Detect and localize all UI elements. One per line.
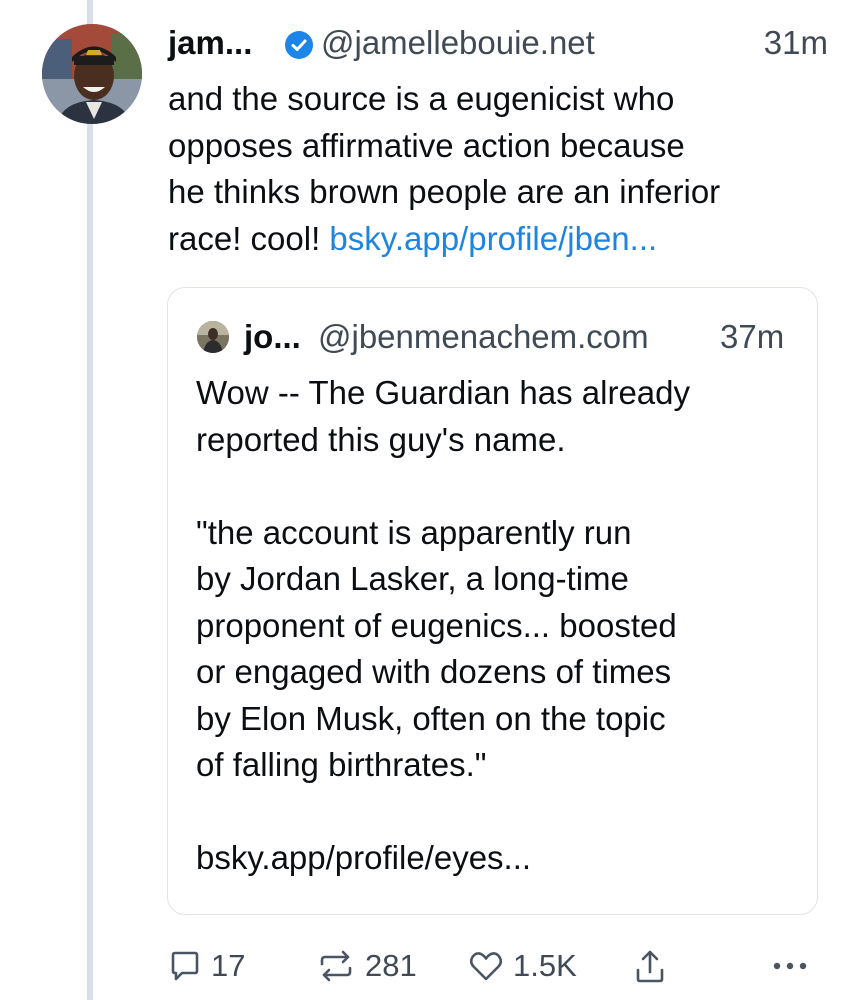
more-icon bbox=[773, 962, 807, 970]
share-icon bbox=[636, 950, 664, 983]
repost-count: 281 bbox=[365, 948, 417, 983]
repost-button[interactable]: 281 bbox=[316, 940, 417, 992]
post-timestamp[interactable]: 31m bbox=[764, 24, 828, 62]
quote-text: Wow -- The Guardian has already reported… bbox=[196, 374, 691, 876]
like-count: 1.5K bbox=[513, 948, 577, 983]
share-button[interactable] bbox=[634, 940, 666, 992]
heart-icon bbox=[469, 952, 503, 981]
post-link[interactable]: bsky.app/profile/jben... bbox=[329, 220, 657, 257]
reply-icon bbox=[171, 951, 199, 981]
post-body: and the source is a eugenicist who oppos… bbox=[168, 76, 828, 262]
author-avatar[interactable] bbox=[42, 24, 142, 124]
repost-icon bbox=[320, 950, 352, 982]
author-name[interactable]: jam... bbox=[168, 24, 252, 62]
like-button[interactable]: 1.5K bbox=[468, 940, 577, 992]
profile-photo-icon bbox=[197, 321, 229, 353]
quote-post-card[interactable]: jo... @jbenmenachem.com 37m Wow -- The G… bbox=[167, 287, 818, 915]
reply-button[interactable]: 17 bbox=[168, 940, 245, 992]
thread-line bbox=[87, 0, 93, 1000]
quote-author-name[interactable]: jo... bbox=[244, 318, 301, 356]
more-options-button[interactable] bbox=[772, 940, 808, 992]
quote-author-avatar[interactable] bbox=[197, 321, 229, 353]
verified-check-icon bbox=[285, 31, 313, 59]
profile-photo-icon bbox=[42, 24, 142, 124]
post-actions-bar: 17 281 1.5K bbox=[168, 940, 828, 992]
reply-count: 17 bbox=[211, 948, 246, 983]
post-header: jam... @jamellebouie.net 31m bbox=[168, 22, 828, 68]
quote-author-handle[interactable]: @jbenmenachem.com bbox=[318, 318, 649, 356]
author-handle[interactable]: @jamellebouie.net bbox=[321, 24, 595, 62]
quote-timestamp[interactable]: 37m bbox=[720, 318, 784, 356]
